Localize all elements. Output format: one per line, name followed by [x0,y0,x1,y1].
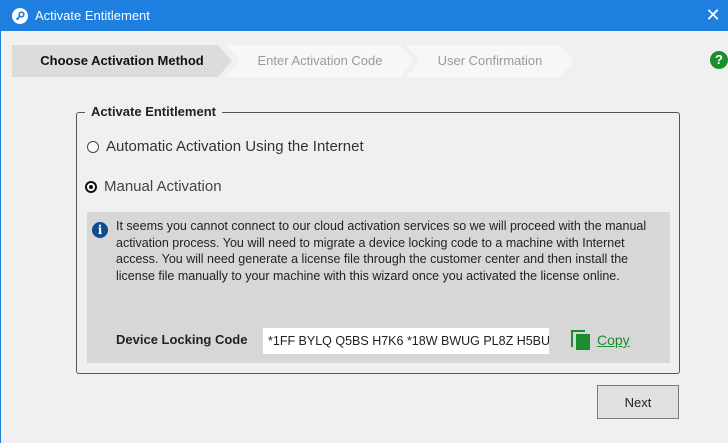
activate-entitlement-group: Activate Entitlement Automatic Activatio… [76,104,680,374]
step-label: Choose Activation Method [40,53,204,68]
close-button[interactable]: ✕ [703,5,723,25]
window-border [0,31,1,443]
manual-activation-radio[interactable] [85,180,97,193]
step-label: User Confirmation [437,53,543,68]
info-message: It seems you cannot connect to our cloud… [116,219,647,283]
manual-activation-option[interactable]: Manual Activation [85,178,222,195]
info-icon: i [92,222,108,238]
title-bar: Activate Entitlement ✕ [0,0,728,31]
copy-button[interactable]: Copy [571,330,630,350]
automatic-activation-option[interactable]: Automatic Activation Using the Internet [87,138,364,155]
help-icon[interactable]: ? [710,51,728,69]
window-title: Activate Entitlement [35,8,150,23]
copy-link[interactable]: Copy [597,332,630,348]
step-choose-activation-method: Choose Activation Method [12,45,232,77]
group-legend: Activate Entitlement [85,104,222,119]
manual-activation-label: Manual Activation [104,178,222,195]
automatic-activation-label: Automatic Activation Using the Internet [106,138,364,155]
device-locking-code-label: Device Locking Code [116,332,248,347]
wizard-steps: Choose Activation Method Enter Activatio… [12,45,574,77]
step-enter-activation-code: Enter Activation Code [226,45,414,77]
step-user-confirmation: User Confirmation [406,45,574,77]
device-locking-code-field[interactable] [263,328,549,354]
key-icon [12,7,28,24]
copy-icon [571,330,591,350]
manual-activation-info-panel: i It seems you cannot connect to our clo… [87,212,670,363]
automatic-activation-radio[interactable] [87,140,99,153]
next-button[interactable]: Next [597,385,679,419]
step-label: Enter Activation Code [257,53,383,68]
